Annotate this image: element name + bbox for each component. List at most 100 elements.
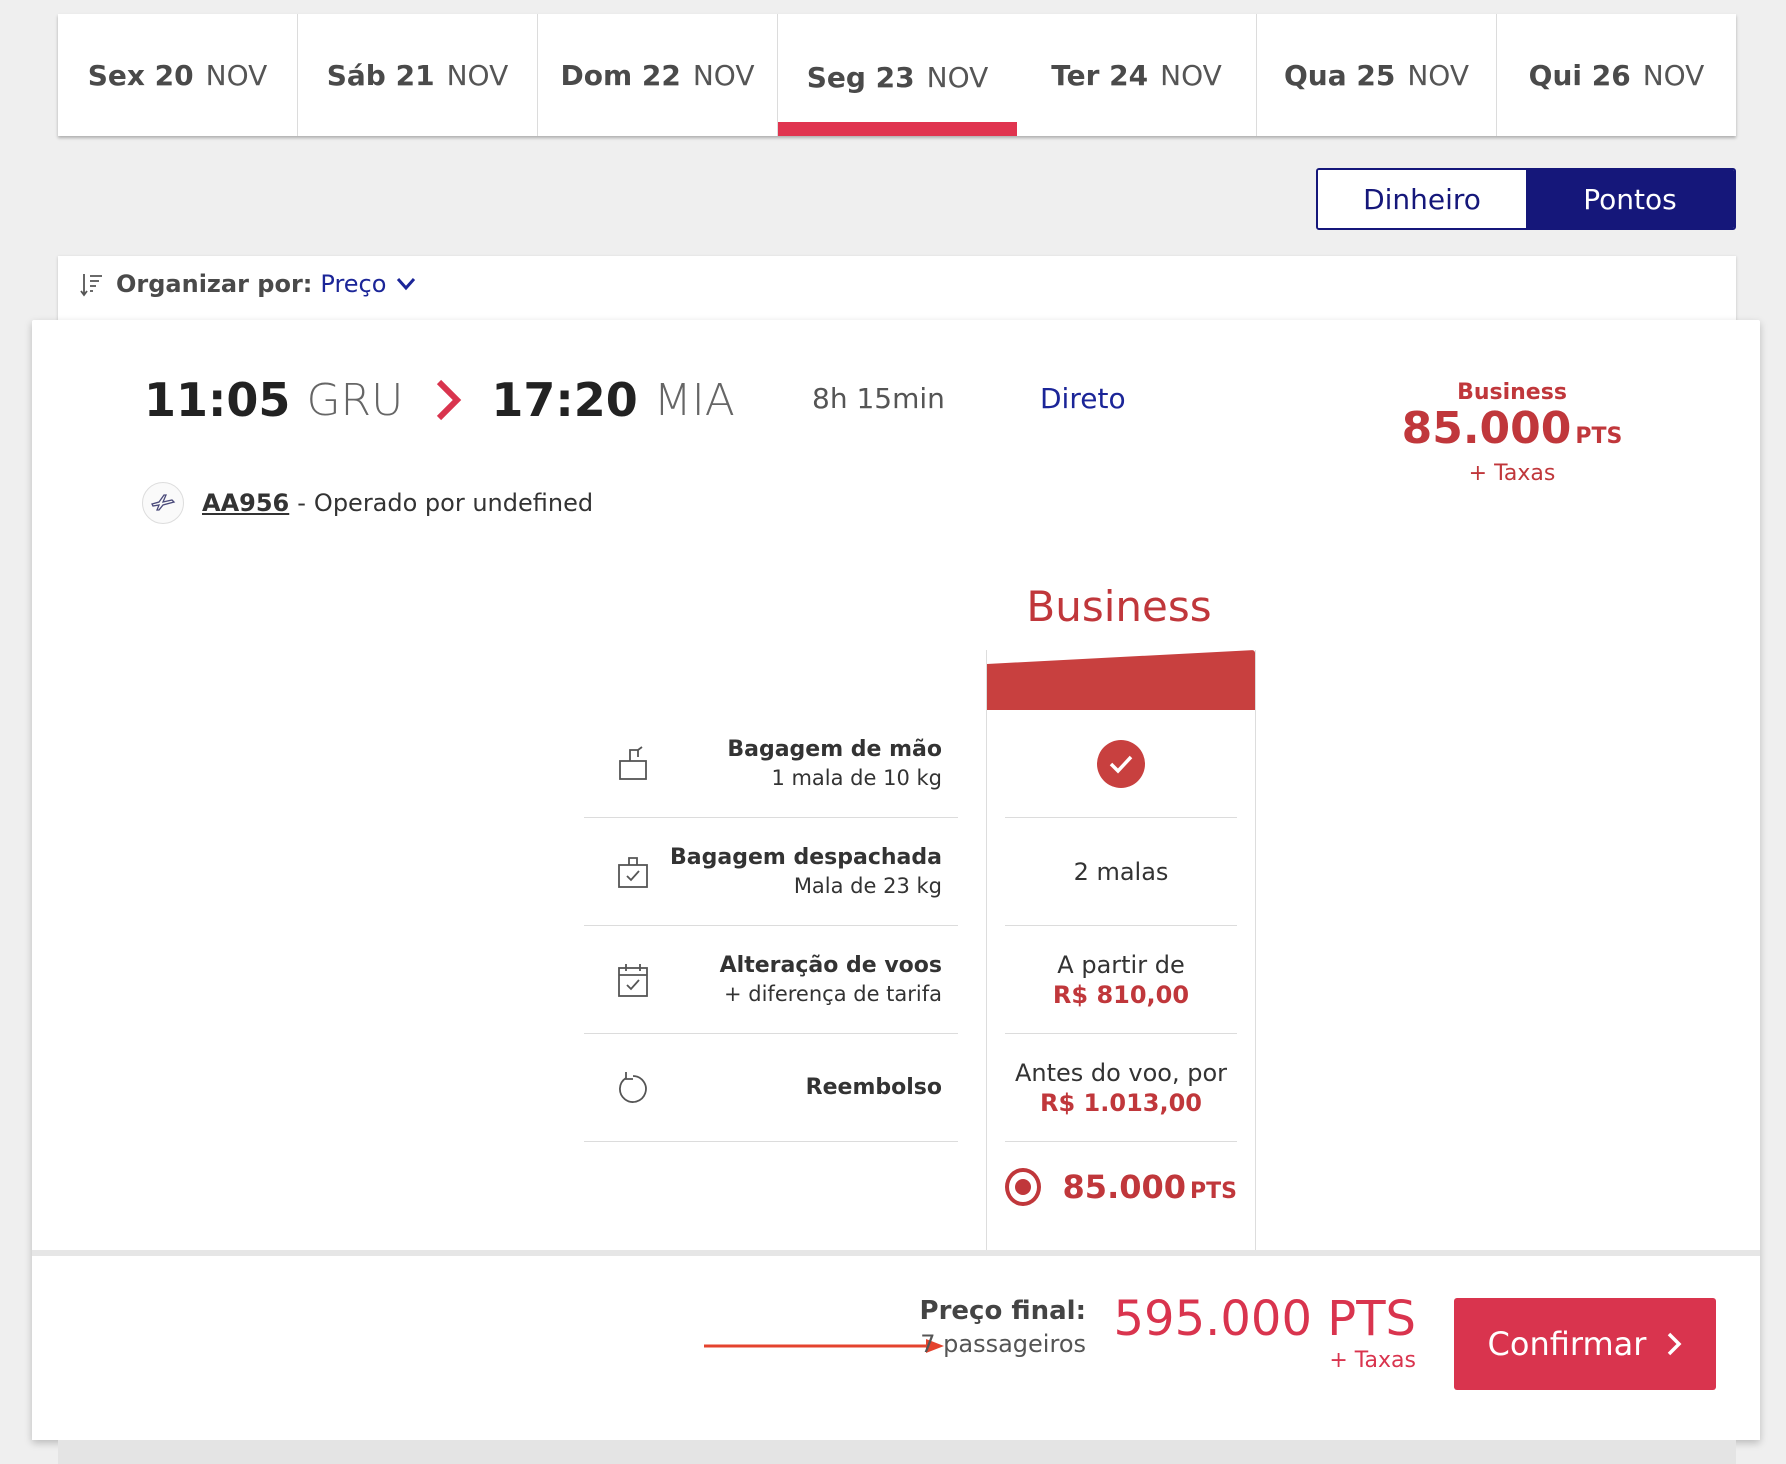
date-tab-day: Ter 24 — [1051, 58, 1149, 92]
chevron-right-icon — [1668, 1332, 1682, 1356]
fare-points-unit: PTS — [1190, 1179, 1237, 1204]
summary-points: 85.000 PTS — [1392, 405, 1632, 461]
chevron-down-icon — [397, 278, 416, 291]
feature-subtitle: + diferença de tarifa — [724, 982, 942, 1006]
feature-text: Bagagem despachada Mala de 23 kg — [670, 845, 942, 898]
date-tab-day: Sáb 21 — [326, 58, 435, 92]
sort-icon — [80, 274, 102, 297]
calendar-icon — [618, 963, 648, 997]
date-tab-sex-20[interactable]: Sex 20 NOV — [58, 14, 298, 136]
points-toggle-button[interactable]: Pontos — [1526, 170, 1734, 228]
flight-separator: - — [297, 489, 306, 517]
feature-text: Alteração de voos + diferença de tarifa — [720, 953, 942, 1006]
airline-logo — [142, 482, 184, 524]
flight-card: 11:05 GRU 17:20 MIA 8h 15min Direto Busi… — [32, 320, 1760, 1440]
feature-title: Bagagem de mão — [727, 737, 942, 762]
date-tab-qua-25[interactable]: Qua 25 NOV — [1257, 14, 1497, 136]
arrival-time: 17:20 — [491, 373, 638, 427]
feature-subtitle: 1 mala de 10 kg — [771, 766, 942, 790]
date-tab-day: Dom 22 — [560, 58, 681, 92]
fare-cell-flight-change: A partir de R$ 810,00 — [1005, 926, 1237, 1034]
check-icon — [1097, 739, 1145, 788]
confirm-button[interactable]: Confirmar — [1454, 1298, 1716, 1390]
final-taxes: + Taxas — [1329, 1348, 1416, 1373]
flight-route: 11:05 GRU 17:20 MIA — [144, 370, 735, 430]
summary-points-value: 85.000 — [1401, 403, 1572, 454]
date-tab-day: Sex 20 — [87, 58, 194, 92]
feature-row-refund: Reembolso — [584, 1034, 958, 1142]
final-price-label: Preço final: 7 passageiros — [920, 1296, 1086, 1358]
fare-title: Business — [1026, 582, 1212, 631]
feature-row-checked-bag: Bagagem despachada Mala de 23 kg — [584, 818, 958, 926]
date-tab-month: NOV — [926, 60, 989, 94]
confirm-label: Confirmar — [1487, 1325, 1647, 1363]
departure-airport: GRU — [306, 374, 404, 426]
change-prefix: A partir de — [1057, 950, 1185, 979]
currency-toggle: Dinheiro Pontos — [1316, 168, 1736, 230]
date-tab-dom-22[interactable]: Dom 22 NOV — [538, 14, 778, 136]
flight-duration: 8h 15min — [812, 382, 945, 415]
departure-time: 11:05 — [144, 373, 291, 427]
operated-by: Operado por undefined — [313, 489, 594, 517]
date-tab-day: Qui 26 — [1528, 58, 1631, 92]
refund-prefix: Antes do voo, por — [1014, 1058, 1228, 1087]
date-tab-ter-24[interactable]: Ter 24 NOV — [1017, 14, 1257, 136]
date-tab-qui-26[interactable]: Qui 26 NOV — [1497, 14, 1736, 136]
feature-row-flight-change: Alteração de voos + diferença de tarifa — [584, 926, 958, 1034]
date-tab-month: NOV — [1160, 58, 1222, 92]
sort-value: Preço — [320, 270, 387, 298]
date-tab-seg-23[interactable]: Seg 23 NOV — [778, 14, 1017, 136]
feature-text: Bagagem de mão 1 mala de 10 kg — [727, 737, 942, 790]
summary-points-unit: PTS — [1575, 424, 1623, 449]
feature-row-carry-on: Bagagem de mão 1 mala de 10 kg — [584, 710, 958, 818]
fare-select-radio[interactable]: 85.000 PTS — [1005, 1142, 1237, 1232]
airplane-icon — [151, 494, 176, 511]
summary-cabin: Business — [1457, 380, 1567, 405]
date-tab-month: NOV — [692, 58, 755, 92]
date-tab-month: NOV — [1407, 58, 1469, 92]
refund-price: R$ 1.013,00 — [1040, 1088, 1202, 1117]
fare-cell-carry-on — [1005, 710, 1237, 818]
feature-title: Reembolso — [805, 1075, 942, 1100]
next-card-edge — [58, 1440, 1736, 1464]
flight-number-link[interactable]: AA956 — [202, 489, 289, 517]
fare-cells: 2 malas A partir de R$ 810,00 Antes do v… — [1005, 710, 1237, 1232]
passenger-count: 7 passageiros — [920, 1330, 1086, 1358]
final-price: 595.000 PTS + Taxas — [1114, 1292, 1416, 1373]
arrival-airport: MIA — [653, 374, 735, 426]
checked-bag-icon — [618, 856, 648, 888]
date-tab-day: Qua 25 — [1284, 58, 1396, 92]
cash-toggle-button[interactable]: Dinheiro — [1318, 170, 1526, 228]
flight-stops: Direto — [1040, 382, 1126, 415]
fare-points-value: 85.000 — [1062, 1168, 1187, 1206]
sort-dropdown[interactable]: Preço — [320, 270, 416, 298]
date-tab-month: NOV — [1642, 58, 1705, 92]
change-price: R$ 810,00 — [1052, 980, 1190, 1009]
date-tab-month: NOV — [205, 58, 268, 92]
date-tabs: Sex 20 NOV Sáb 21 NOV Dom 22 NOV Seg 23 … — [58, 14, 1736, 136]
sort-label: Organizar por: — [116, 270, 313, 298]
chevron-right-icon — [437, 379, 462, 421]
feature-subtitle: Mala de 23 kg — [793, 874, 942, 898]
fare-cell-refund: Antes do voo, por R$ 1.013,00 — [1005, 1034, 1237, 1142]
active-tab-indicator — [778, 122, 1017, 136]
fare-features: Bagagem de mão 1 mala de 10 kg Bagagem d… — [584, 710, 958, 1142]
card-footer: Preço final: 7 passageiros 595.000 PTS +… — [32, 1250, 1760, 1440]
final-label: Preço final: — [919, 1296, 1086, 1326]
arrow-right-icon — [704, 1339, 944, 1353]
fare-cell-checked-bag: 2 malas — [1005, 818, 1237, 926]
final-total: 595.000 PTS — [1113, 1291, 1416, 1347]
radio-selected-icon — [1005, 1168, 1041, 1206]
carry-on-bag-icon — [619, 745, 647, 780]
date-tab-sab-21[interactable]: Sáb 21 NOV — [298, 14, 538, 136]
summary-taxes: + Taxas — [1468, 461, 1556, 486]
date-tab-month: NOV — [446, 58, 509, 92]
feature-text: Reembolso — [806, 1075, 942, 1100]
checked-bag-value: 2 malas — [1073, 857, 1169, 886]
fare-column-header — [987, 650, 1255, 710]
feature-title: Alteração de voos — [719, 953, 942, 978]
flight-info: AA956 - Operado por undefined — [142, 482, 593, 524]
fare-select-points: 85.000 PTS — [1063, 1168, 1237, 1206]
date-tab-day: Seg 23 — [806, 60, 915, 94]
price-summary: Business 85.000 PTS + Taxas — [1392, 380, 1632, 486]
